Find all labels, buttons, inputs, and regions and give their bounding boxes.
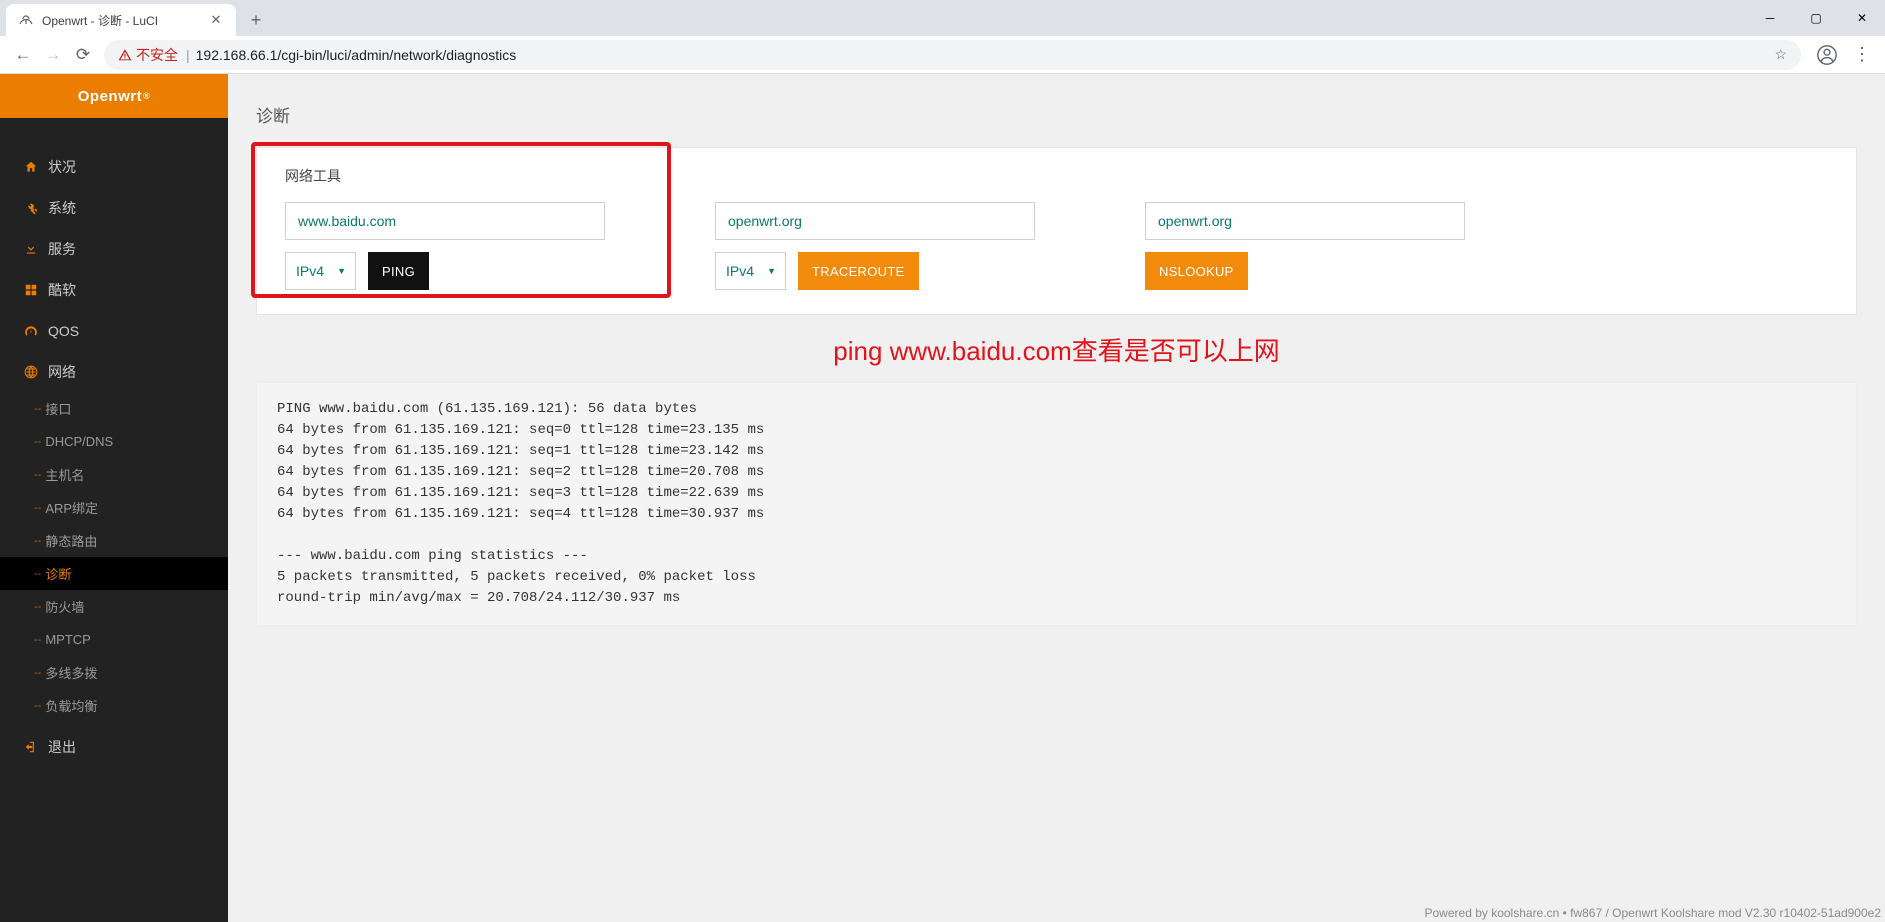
main-content: 诊断 网络工具 IPv4 PING xyxy=(228,74,1885,922)
traceroute-button[interactable]: TRACEROUTE xyxy=(798,252,919,290)
tool-row: IPv4 PING IPv4 T xyxy=(285,202,1828,290)
profile-icon[interactable] xyxy=(1813,41,1841,69)
globe-icon xyxy=(20,365,42,379)
gauge-icon xyxy=(20,324,42,338)
annotation-text: ping www.baidu.com查看是否可以上网 xyxy=(256,331,1857,368)
home-icon xyxy=(20,160,42,174)
sidebar-item-network[interactable]: 网络 xyxy=(0,351,228,392)
window-close-icon[interactable]: ✕ xyxy=(1839,0,1885,36)
nav-reload-icon[interactable]: ⟳ xyxy=(68,40,98,70)
ping-tool: IPv4 PING xyxy=(285,202,605,290)
network-tools-card: 网络工具 IPv4 PING xyxy=(256,147,1857,315)
network-submenu: 接口 DHCP/DNS 主机名 ARP绑定 静态路由 诊断 防火墙 MPTCP … xyxy=(0,392,228,722)
section-title: 网络工具 xyxy=(285,166,1828,186)
window-minimize-icon[interactable]: ─ xyxy=(1747,0,1793,36)
sidebar-item-status[interactable]: 状况 xyxy=(0,146,228,187)
sidebar-item-system[interactable]: 系统 xyxy=(0,187,228,228)
sidebar-menu: 状况 系统 服务 酷软 QOS 网络 接口 xyxy=(0,118,228,767)
brand-logo[interactable]: Openwrt® xyxy=(0,74,228,118)
tab-title: Openwrt - 诊断 - LuCI xyxy=(42,12,200,29)
subitem-interfaces[interactable]: 接口 xyxy=(34,392,228,425)
luci-app: Openwrt® 状况 系统 服务 酷软 QOS xyxy=(0,74,1885,922)
nav-back-icon[interactable]: ← xyxy=(8,40,38,70)
sidebar: Openwrt® 状况 系统 服务 酷软 QOS xyxy=(0,74,228,922)
insecure-badge: 不安全 xyxy=(118,45,178,65)
browser-window: Openwrt - 诊断 - LuCI ✕ + ─ ▢ ✕ ← → ⟳ 不安全 … xyxy=(0,0,1885,74)
subitem-diagnostics[interactable]: 诊断 xyxy=(0,557,228,590)
nslookup-host-input[interactable] xyxy=(1145,202,1465,240)
insecure-label: 不安全 xyxy=(136,45,178,65)
new-tab-button[interactable]: + xyxy=(242,6,270,34)
subitem-mptcp[interactable]: MPTCP xyxy=(34,623,228,656)
subitem-arp-binding[interactable]: ARP绑定 xyxy=(34,491,228,524)
subitem-label: 防火墙 xyxy=(45,597,84,616)
sidebar-item-label: 服务 xyxy=(48,239,76,259)
bookmark-star-icon[interactable]: ☆ xyxy=(1774,46,1787,63)
subitem-label: 静态路由 xyxy=(45,531,97,550)
sidebar-item-label: 酷软 xyxy=(48,280,76,300)
subitem-label: ARP绑定 xyxy=(45,498,98,517)
subitem-label: 主机名 xyxy=(45,465,84,484)
browser-menu-icon[interactable]: ⋮ xyxy=(1847,40,1877,70)
subitem-firewall[interactable]: 防火墙 xyxy=(34,590,228,623)
nslookup-button[interactable]: NSLOOKUP xyxy=(1145,252,1248,290)
tab-strip: Openwrt - 诊断 - LuCI ✕ + ─ ▢ ✕ xyxy=(0,0,1885,36)
traceroute-host-input[interactable] xyxy=(715,202,1035,240)
sidebar-item-koolshare[interactable]: 酷软 xyxy=(0,269,228,310)
browser-tab[interactable]: Openwrt - 诊断 - LuCI ✕ xyxy=(6,4,236,36)
grid-icon xyxy=(20,283,42,297)
window-controls: ─ ▢ ✕ xyxy=(1747,0,1885,36)
sidebar-item-label: 状况 xyxy=(48,157,76,177)
ping-host-input[interactable] xyxy=(285,202,605,240)
subitem-label: 多线多拨 xyxy=(45,663,97,682)
traceroute-proto-select[interactable]: IPv4 xyxy=(715,252,786,290)
diagnostic-output: PING www.baidu.com (61.135.169.121): 56 … xyxy=(256,382,1857,626)
subitem-label: 接口 xyxy=(45,399,71,418)
omnibox-url: 192.168.66.1/cgi-bin/luci/admin/network/… xyxy=(196,47,517,63)
nav-forward-icon[interactable]: → xyxy=(38,40,68,70)
window-maximize-icon[interactable]: ▢ xyxy=(1793,0,1839,36)
tab-favicon-icon xyxy=(18,12,34,28)
nslookup-tool: NSLOOKUP xyxy=(1145,202,1465,290)
sidebar-item-qos[interactable]: QOS xyxy=(0,310,228,351)
subitem-dhcp-dns[interactable]: DHCP/DNS xyxy=(34,425,228,458)
sidebar-item-logout[interactable]: 退出 xyxy=(0,726,228,767)
subitem-label: DHCP/DNS xyxy=(45,434,113,449)
page-title: 诊断 xyxy=(256,102,1857,127)
sidebar-item-label: 退出 xyxy=(48,737,76,757)
footer-credits: Powered by koolshare.cn • fw867 / Openwr… xyxy=(1425,906,1882,920)
subitem-static-routes[interactable]: 静态路由 xyxy=(34,524,228,557)
subitem-loadbalance[interactable]: 负载均衡 xyxy=(34,689,228,722)
warning-icon xyxy=(118,48,132,62)
sidebar-item-label: QOS xyxy=(48,323,79,339)
address-bar[interactable]: 不安全 | 192.168.66.1/cgi-bin/luci/admin/ne… xyxy=(104,40,1801,70)
subitem-mwan[interactable]: 多线多拨 xyxy=(34,656,228,689)
sidebar-item-label: 系统 xyxy=(48,198,76,218)
ping-button[interactable]: PING xyxy=(368,252,429,290)
tools-icon xyxy=(20,201,42,215)
logout-icon xyxy=(20,740,42,754)
ping-proto-select[interactable]: IPv4 xyxy=(285,252,356,290)
sidebar-item-label: 网络 xyxy=(48,362,76,382)
download-icon xyxy=(20,242,42,256)
subitem-hostnames[interactable]: 主机名 xyxy=(34,458,228,491)
subitem-label: 负载均衡 xyxy=(45,696,97,715)
subitem-label: 诊断 xyxy=(45,564,71,583)
browser-toolbar: ← → ⟳ 不安全 | 192.168.66.1/cgi-bin/luci/ad… xyxy=(0,36,1885,74)
traceroute-tool: IPv4 TRACEROUTE xyxy=(715,202,1035,290)
subitem-label: MPTCP xyxy=(45,632,91,647)
sidebar-item-services[interactable]: 服务 xyxy=(0,228,228,269)
tab-close-icon[interactable]: ✕ xyxy=(208,12,224,28)
omnibox-divider: | xyxy=(186,47,190,63)
